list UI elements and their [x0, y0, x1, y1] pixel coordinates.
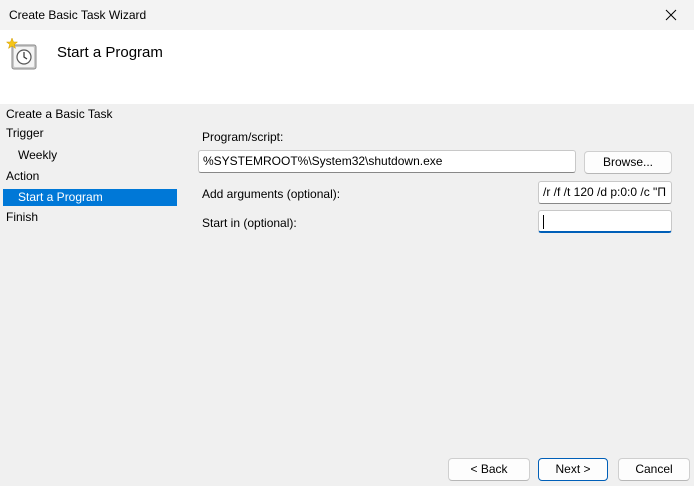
start-in-input[interactable] [538, 210, 672, 233]
close-button[interactable] [648, 0, 694, 30]
title-bar: Create Basic Task Wizard [0, 0, 694, 30]
cancel-button[interactable]: Cancel [618, 458, 690, 481]
nav-item-trigger: Trigger [6, 126, 44, 140]
nav-item-weekly: Weekly [18, 148, 58, 162]
text-caret [543, 215, 544, 229]
window-title: Create Basic Task Wizard [9, 8, 147, 22]
start-in-label: Start in (optional): [202, 216, 297, 230]
nav-item-create-basic-task: Create a Basic Task [6, 107, 113, 121]
wizard-header: Start a Program [0, 30, 694, 104]
program-script-label: Program/script: [202, 130, 284, 144]
back-button[interactable]: < Back [448, 458, 530, 481]
nav-item-action: Action [6, 169, 40, 183]
task-clock-icon [6, 37, 37, 70]
nav-item-finish: Finish [6, 210, 39, 224]
program-script-input[interactable]: %SYSTEMROOT%\System32\shutdown.exe [198, 150, 576, 173]
wizard-steps-nav: Create a Basic Task Trigger Weekly Actio… [0, 104, 190, 444]
close-icon [665, 9, 677, 21]
browse-button[interactable]: Browse... [584, 151, 672, 174]
page-title: Start a Program [57, 44, 163, 61]
next-button[interactable]: Next > [538, 458, 608, 481]
add-arguments-input[interactable]: /r /f /t 120 /d p:0:0 /c "П [538, 181, 672, 204]
nav-item-start-a-program: Start a Program [3, 189, 177, 206]
add-arguments-label: Add arguments (optional): [202, 187, 341, 201]
